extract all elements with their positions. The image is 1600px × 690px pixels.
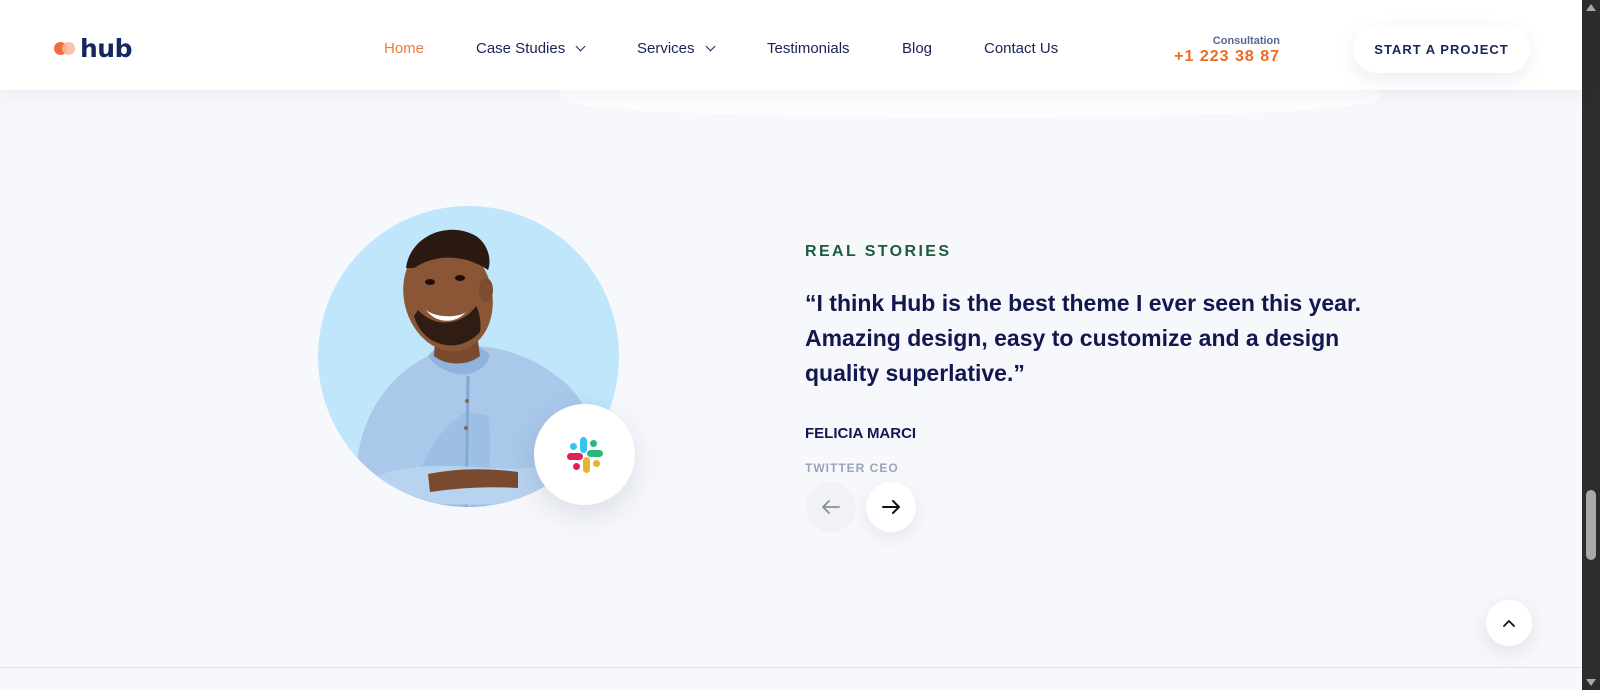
- nav-item-services[interactable]: Services: [637, 40, 715, 57]
- nav-item-label: Blog: [902, 40, 933, 57]
- testimonial-author: FELICIA MARCI: [805, 425, 917, 442]
- nav-item-label: Case Studies: [476, 40, 566, 57]
- slack-logo-icon: [566, 436, 603, 473]
- nav-item-label: Contact Us: [984, 40, 1059, 57]
- nav-item-contact-us[interactable]: Contact Us: [984, 40, 1058, 57]
- arrow-left-icon: [822, 500, 840, 514]
- nav-item-label: Services: [637, 40, 695, 57]
- section-divider: [0, 667, 1582, 668]
- arrow-right-icon: [882, 500, 900, 514]
- site-header: hub Home Case Studies Services Testimoni…: [0, 0, 1582, 90]
- company-logo-badge: [534, 404, 635, 505]
- nav-item-label: Testimonials: [767, 40, 850, 57]
- previous-testimonial-button[interactable]: [806, 482, 856, 532]
- back-to-top-button[interactable]: [1486, 600, 1532, 646]
- section-eyebrow: REAL STORIES: [805, 243, 952, 260]
- logo[interactable]: hub: [54, 34, 133, 63]
- page-scrollbar[interactable]: [1582, 0, 1600, 690]
- consultation-block: Consultation +1 223 38 87: [1174, 35, 1280, 66]
- nav-item-home[interactable]: Home: [384, 40, 424, 57]
- chevron-down-icon: [575, 41, 586, 51]
- consultation-label: Consultation: [1212, 35, 1280, 47]
- scrollbar-thumb[interactable]: [1586, 490, 1596, 560]
- chevron-up-icon: [1503, 620, 1515, 627]
- next-testimonial-button[interactable]: [866, 482, 916, 532]
- testimonial-role: TWITTER CEO: [805, 461, 899, 475]
- scroll-down-arrow-icon[interactable]: [1586, 679, 1596, 686]
- logo-mark-icon: [54, 38, 80, 60]
- consultation-phone[interactable]: +1 223 38 87: [1174, 48, 1280, 66]
- logo-text: hub: [80, 34, 133, 63]
- start-project-button[interactable]: START A PROJECT: [1353, 25, 1530, 73]
- nav-item-blog[interactable]: Blog: [902, 40, 932, 57]
- nav-item-testimonials[interactable]: Testimonials: [767, 40, 850, 57]
- nav-item-case-studies[interactable]: Case Studies: [476, 40, 586, 57]
- scroll-up-arrow-icon[interactable]: [1586, 4, 1596, 11]
- chevron-down-icon: [705, 41, 715, 51]
- nav-item-label: Home: [384, 40, 425, 57]
- testimonial-quote: “I think Hub is the best theme I ever se…: [805, 290, 1362, 386]
